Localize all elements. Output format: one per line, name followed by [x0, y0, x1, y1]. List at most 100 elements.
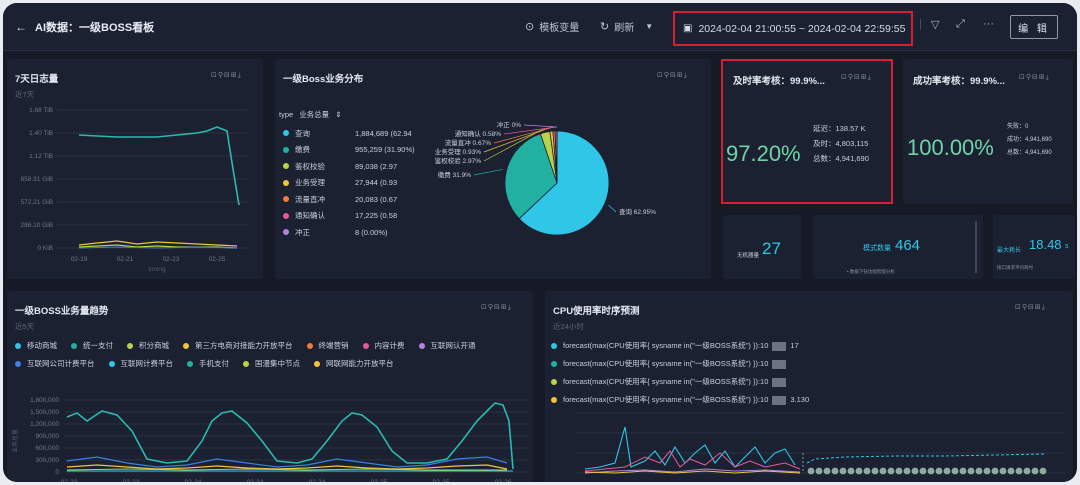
- y-tick: 858.31 GiB: [20, 176, 53, 183]
- template-vars-button[interactable]: ⊙ 模板变量: [525, 19, 579, 34]
- back-arrow-icon[interactable]: ←: [15, 20, 29, 34]
- y-tick: 1,800,000: [30, 397, 59, 404]
- series-line: [66, 464, 508, 470]
- business-trend-panel: 一级BOSS业务量趋势 近5天 ⊡⚲⊟⊞⤓ 移动商城 统一支付 积分商城 第三方电商对…: [7, 291, 533, 482]
- cpu-forecast-chart: [575, 412, 1065, 475]
- total-stat: 总数：4,941,690: [1007, 150, 1052, 156]
- pattern-count-label: 模式数量: [863, 245, 891, 252]
- time-range-value: 2024-02-04 21:00:55 ~ 2024-02-04 22:59:5…: [698, 22, 906, 35]
- pie-label-line: [608, 204, 617, 213]
- x-tick: 02-25: [371, 479, 388, 482]
- x-tick: 02-19: [71, 256, 88, 263]
- forecast-dot: [871, 467, 879, 475]
- max-duration-note: 接口请求平均耗时: [997, 265, 1033, 270]
- y-tick: 300,000: [36, 457, 60, 464]
- x-tick: 02-26: [495, 479, 512, 482]
- pattern-count-panel: 模式数量 464 • 数据下钻功能智能分析: [813, 215, 983, 279]
- panel-tools-icon[interactable]: ⊡⚲⊟⊞⤓: [1019, 73, 1050, 82]
- pie-label: 鉴权校验 2.97%: [435, 156, 481, 165]
- y-tick: 0 KiB: [37, 245, 53, 252]
- time-range-picker[interactable]: ▣ 2024-02-04 21:00:55 ~ 2024-02-04 22:59…: [673, 11, 913, 46]
- pie-label: 通知确认 0.58%: [455, 129, 501, 138]
- refresh-button[interactable]: ↻ 刷新 ▼: [600, 19, 653, 34]
- business-trend-chart: 1,800,000 1,500,000 1,200,000 900,000 60…: [11, 397, 527, 482]
- forecast-dot: [1007, 467, 1015, 475]
- max-duration-panel: 最大耗长 18.48 s 接口请求平均耗时: [993, 215, 1075, 279]
- dashboard-frame: ← AI数据：一级BOSS看板 ⊙ 模板变量 ↻ 刷新 ▼ ▣ 2024-02-…: [3, 3, 1077, 482]
- forecast-dot: [903, 467, 911, 475]
- forecast-dot: [1015, 467, 1023, 475]
- y-tick: 900,000: [36, 433, 60, 440]
- forecast-dot: [967, 467, 975, 475]
- forecast-dot: [983, 467, 991, 475]
- forecast-line: [806, 453, 1046, 464]
- forecast-dot: [823, 467, 831, 475]
- y-tick: 572.21 GiB: [20, 199, 53, 206]
- y-tick: 1.40 TiB: [29, 130, 53, 137]
- distribution-pie-chart: 查询 62.95% 缴费 31.9% 鉴权校验 2.97%业务受理 0.93%流量直…: [435, 120, 656, 236]
- x-tick: 02-25: [209, 256, 226, 263]
- x-tick: 02-24: [247, 479, 264, 482]
- forecast-dot: [839, 467, 847, 475]
- success-value: 100.00%: [907, 135, 994, 160]
- forecast-dot: [919, 467, 927, 475]
- forecast-dot: [911, 467, 919, 475]
- y-tick: 1,500,000: [30, 409, 59, 416]
- y-tick: 600,000: [36, 445, 60, 452]
- boss-distribution-panel: 一级Boss业务分布 ⊡⚲⊟⊞⤓ type 业务总量 ⇕ 查询 1,884,689…: [275, 59, 711, 279]
- template-vars-icon: ⊙: [525, 21, 535, 33]
- max-duration-label: 最大耗长: [997, 248, 1022, 254]
- forecast-dot: [855, 467, 863, 475]
- y-grid: [57, 109, 247, 249]
- machine-count-label: 无机器量: [737, 253, 760, 259]
- ok-stat: 成功：4,941,690: [1007, 137, 1052, 143]
- machine-count-panel: 无机器量 27: [723, 215, 801, 279]
- forecast-dot: [959, 467, 967, 475]
- more-icon[interactable]: ···: [983, 18, 994, 30]
- forecast-dot: [887, 467, 895, 475]
- y-tick: 1.68 TiB: [29, 107, 53, 114]
- y-axis-label: 业务总量: [11, 429, 19, 453]
- series-line: [78, 246, 238, 249]
- pie-label-line: [473, 169, 503, 176]
- pattern-count-note: • 数据下钻功能智能分析: [847, 269, 895, 274]
- x-tick: 02-24: [309, 479, 326, 482]
- y-tick: 0: [55, 469, 59, 476]
- fail-stat: 失败：0: [1007, 124, 1029, 130]
- dashboard-title: AI数据：一级BOSS看板: [35, 21, 155, 34]
- chevron-down-icon[interactable]: ▼: [645, 22, 653, 31]
- forecast-dot: [1031, 467, 1039, 475]
- forecast-dot: [847, 467, 855, 475]
- log-volume-chart: 1.68 TiB 1.40 TiB 1.12 TiB 858.31 GiB 57…: [20, 107, 247, 273]
- divider: |: [919, 18, 922, 30]
- x-axis-label: timing: [148, 266, 166, 273]
- forecast-dot: [991, 467, 999, 475]
- max-duration-value: 18.48: [1029, 237, 1062, 252]
- pie-label-line: [523, 124, 558, 128]
- forecast-dot: [943, 467, 951, 475]
- max-duration-unit: s: [1065, 243, 1069, 250]
- x-tick: 02-23: [163, 256, 180, 263]
- forecast-dot: [951, 467, 959, 475]
- y-tick: 286.10 GiB: [20, 222, 53, 229]
- forecast-dot: [815, 467, 823, 475]
- machine-count-value: 27: [762, 239, 781, 258]
- forecast-dot: [927, 467, 935, 475]
- scroll-bar[interactable]: [975, 221, 977, 273]
- edit-button[interactable]: 编 辑: [1010, 15, 1058, 39]
- forecast-dot: [975, 467, 983, 475]
- y-tick: 1,200,000: [30, 421, 59, 428]
- forecast-dot: [831, 467, 839, 475]
- pie-label: 流量直冲 0.67%: [445, 138, 491, 147]
- x-tick: 02-25: [433, 479, 450, 482]
- series-line: [66, 468, 507, 471]
- log-volume-panel: 7天日志量 近7天 ⊡⚲⊟⊞⤓ 1.68 TiB 1.40 TiB 1.12 T…: [7, 59, 263, 279]
- x-tick: 02-21: [117, 256, 134, 263]
- filter-icon[interactable]: ▽: [931, 18, 939, 31]
- fullscreen-icon[interactable]: ⤢: [956, 18, 965, 31]
- success-panel: 成功率考核：99.9%... ⊡⚲⊟⊞⤓ 100.00% 失败：0 成功：4,9…: [903, 59, 1073, 204]
- refresh-label: 刷新: [614, 23, 635, 34]
- forecast-dot: [999, 467, 1007, 475]
- forecast-dot: [863, 467, 871, 475]
- refresh-icon: ↻: [600, 21, 610, 33]
